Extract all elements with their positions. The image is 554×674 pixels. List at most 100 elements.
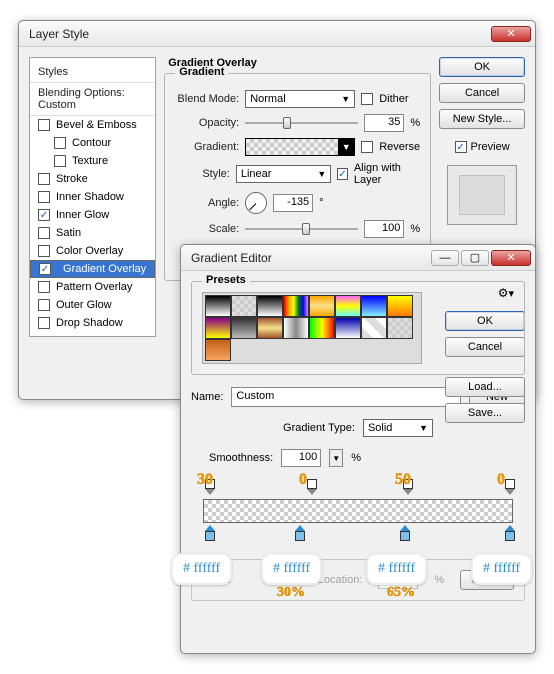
- align-checkbox[interactable]: [337, 168, 348, 180]
- checkbox[interactable]: [54, 155, 66, 167]
- layer-style-titlebar[interactable]: Layer Style ✕: [19, 21, 535, 47]
- checkbox[interactable]: [38, 299, 50, 311]
- style-item-pattern-overlay[interactable]: Pattern Overlay: [30, 278, 155, 296]
- style-item-label: Drop Shadow: [56, 317, 123, 329]
- close-icon[interactable]: ✕: [491, 26, 531, 42]
- style-item-contour[interactable]: Contour: [30, 134, 155, 152]
- checkbox[interactable]: [38, 119, 50, 131]
- preset-swatch[interactable]: [231, 317, 257, 339]
- presets-title: Presets: [202, 274, 250, 286]
- checkbox[interactable]: [38, 173, 50, 185]
- style-item-bevel-emboss[interactable]: Bevel & Emboss: [30, 116, 155, 134]
- preset-swatch[interactable]: [335, 317, 361, 339]
- preset-swatch[interactable]: [231, 295, 257, 317]
- style-item-outer-glow[interactable]: Outer Glow: [30, 296, 155, 314]
- color-stop[interactable]: [398, 525, 412, 543]
- color-stop[interactable]: [203, 525, 217, 543]
- gradient-name-input[interactable]: Custom: [231, 387, 461, 407]
- gear-icon[interactable]: ⚙▾: [498, 286, 514, 300]
- style-select[interactable]: Linear▼: [236, 165, 331, 183]
- preset-swatch[interactable]: [205, 317, 231, 339]
- scale-label: Scale:: [175, 223, 239, 235]
- preset-swatch[interactable]: [309, 317, 335, 339]
- dither-label: Dither: [379, 93, 408, 105]
- style-item-label: Outer Glow: [56, 299, 112, 311]
- ge-save-button[interactable]: Save...: [445, 403, 525, 423]
- blend-mode-select[interactable]: Normal▼: [245, 90, 355, 108]
- preview-thumbnail: [447, 165, 517, 225]
- preset-swatch[interactable]: [257, 317, 283, 339]
- checkbox[interactable]: [38, 317, 50, 329]
- reverse-checkbox[interactable]: [361, 141, 373, 153]
- style-item-label: Gradient Overlay: [63, 263, 146, 275]
- preset-swatch[interactable]: [257, 295, 283, 317]
- style-item-inner-glow[interactable]: Inner Glow: [30, 206, 155, 224]
- preset-swatch[interactable]: [387, 295, 413, 317]
- style-item-gradient-overlay[interactable]: Gradient Overlay: [30, 260, 155, 278]
- preset-swatch[interactable]: [335, 295, 361, 317]
- chevron-down-icon[interactable]: ▼: [329, 449, 343, 467]
- checkbox[interactable]: [39, 263, 51, 275]
- preset-swatch[interactable]: [361, 295, 387, 317]
- ge-load-button[interactable]: Load...: [445, 377, 525, 397]
- location-input[interactable]: [378, 571, 418, 589]
- preset-swatch[interactable]: [283, 295, 309, 317]
- preview-checkbox[interactable]: [455, 141, 467, 153]
- close-icon[interactable]: ✕: [491, 250, 531, 266]
- ok-button[interactable]: OK: [439, 57, 525, 77]
- checkbox[interactable]: [38, 245, 50, 257]
- delete-stop-button[interactable]: Delete: [460, 570, 514, 590]
- preset-swatch[interactable]: [309, 295, 335, 317]
- gradient-editor-titlebar[interactable]: Gradient Editor — ▢ ✕: [181, 245, 535, 271]
- opacity-stop[interactable]: [401, 479, 415, 497]
- color-stop[interactable]: [293, 525, 307, 543]
- opacity-stop[interactable]: [203, 479, 217, 497]
- gradient-picker[interactable]: ▼: [245, 138, 355, 156]
- style-item-color-overlay[interactable]: Color Overlay: [30, 242, 155, 260]
- style-item-satin[interactable]: Satin: [30, 224, 155, 242]
- style-item-texture[interactable]: Texture: [30, 152, 155, 170]
- chevron-down-icon: ▼: [317, 169, 326, 179]
- style-item-stroke[interactable]: Stroke: [30, 170, 155, 188]
- angle-dial[interactable]: [245, 192, 267, 214]
- scale-slider[interactable]: [245, 222, 358, 236]
- minimize-icon[interactable]: —: [431, 250, 459, 266]
- scale-input[interactable]: 100: [364, 220, 404, 238]
- blend-mode-label: Blend Mode:: [175, 93, 239, 105]
- opacity-stop[interactable]: [503, 479, 517, 497]
- preset-swatch[interactable]: [361, 317, 387, 339]
- opacity-stop[interactable]: [305, 479, 319, 497]
- new-style-button[interactable]: New Style...: [439, 109, 525, 129]
- gradient-type-select[interactable]: Solid▼: [363, 419, 433, 437]
- checkbox[interactable]: [38, 281, 50, 293]
- style-item-inner-shadow[interactable]: Inner Shadow: [30, 188, 155, 206]
- checkbox[interactable]: [38, 209, 50, 221]
- checkbox[interactable]: [38, 227, 50, 239]
- style-item-drop-shadow[interactable]: Drop Shadow: [30, 314, 155, 332]
- style-item-label: Pattern Overlay: [56, 281, 132, 293]
- checkbox[interactable]: [38, 191, 50, 203]
- gradient-editor-dialog: Gradient Editor — ▢ ✕ OK Cancel Load... …: [180, 244, 536, 654]
- gradient-subtitle: Gradient: [175, 66, 228, 78]
- color-stop[interactable]: [503, 525, 517, 543]
- opacity-input[interactable]: 35: [364, 114, 404, 132]
- style-item-label: Inner Glow: [56, 209, 109, 221]
- opacity-slider[interactable]: [245, 116, 358, 130]
- blending-options-header[interactable]: Blending Options: Custom: [30, 82, 155, 116]
- styles-header[interactable]: Styles: [30, 62, 155, 82]
- style-label: Style:: [175, 168, 230, 180]
- style-item-label: Stroke: [56, 173, 88, 185]
- cancel-button[interactable]: Cancel: [439, 83, 525, 103]
- dither-checkbox[interactable]: [361, 93, 373, 105]
- gradient-ramp[interactable]: 300500# ffffff# ffffff# ffffff# ffffff30…: [197, 477, 519, 549]
- angle-input[interactable]: -135: [273, 194, 313, 212]
- smoothness-input[interactable]: 100: [281, 449, 321, 467]
- preset-swatch[interactable]: [205, 295, 231, 317]
- maximize-icon[interactable]: ▢: [461, 250, 489, 266]
- preset-swatches: [202, 292, 422, 364]
- style-item-label: Satin: [56, 227, 81, 239]
- preset-swatch[interactable]: [205, 339, 231, 361]
- preset-swatch[interactable]: [283, 317, 309, 339]
- preset-swatch[interactable]: [387, 317, 413, 339]
- checkbox[interactable]: [54, 137, 66, 149]
